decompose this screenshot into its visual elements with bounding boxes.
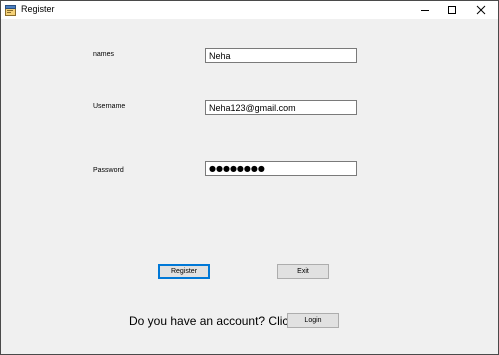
- close-button[interactable]: [468, 1, 494, 19]
- maximize-icon: [448, 6, 456, 14]
- maximize-button[interactable]: [439, 1, 465, 19]
- window-title: Register: [21, 4, 55, 14]
- title-bar[interactable]: Register: [1, 1, 498, 19]
- names-label: names: [93, 51, 115, 58]
- names-field[interactable]: [205, 48, 357, 63]
- account-prompt: Do you have an account? Click: [129, 314, 295, 328]
- app-form-icon: [5, 4, 17, 16]
- minimize-icon: [421, 10, 429, 11]
- username-label: Username: [93, 103, 126, 110]
- password-field[interactable]: ●●●●●●●●: [205, 161, 357, 176]
- register-window: Register names Username Password ●●●●●●●…: [0, 0, 499, 355]
- form-client-area: names Username Password ●●●●●●●● Registe…: [1, 19, 498, 354]
- minimize-button[interactable]: [412, 1, 438, 19]
- login-button[interactable]: Login: [287, 313, 339, 328]
- exit-button[interactable]: Exit: [277, 264, 329, 279]
- password-label: Password: [93, 167, 124, 174]
- register-button[interactable]: Register: [158, 264, 210, 279]
- close-icon: [476, 5, 486, 15]
- username-field[interactable]: [205, 100, 357, 115]
